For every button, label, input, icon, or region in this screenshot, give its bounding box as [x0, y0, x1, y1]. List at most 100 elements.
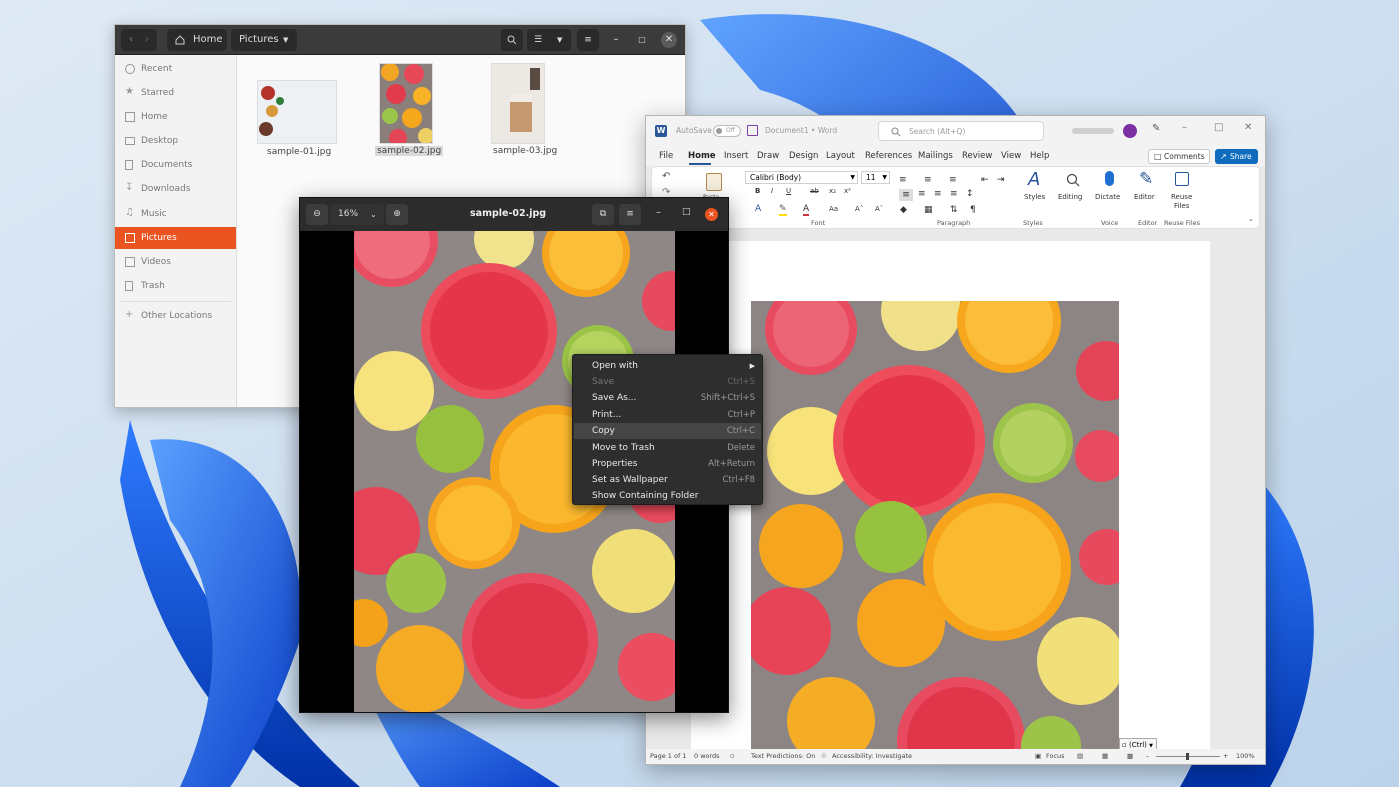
accessibility-icon[interactable]: ☉ — [821, 749, 827, 764]
maximize-button[interactable]: □ — [635, 29, 649, 51]
change-case-button[interactable]: Aa — [829, 205, 838, 213]
pilcrow-icon[interactable]: ¶ — [970, 205, 976, 215]
tab-home[interactable]: Home — [688, 151, 716, 161]
pen-icon[interactable]: ✎ — [1152, 123, 1160, 134]
shading-icon[interactable]: ◆ — [900, 205, 907, 215]
search-box[interactable]: Search (Alt+Q) — [878, 121, 1044, 141]
font-name-dropdown[interactable]: Calibri (Body) ▼ — [745, 171, 858, 184]
path-current-button[interactable]: Pictures ▼ — [231, 29, 297, 51]
editor-button[interactable]: ✎ Editor — [1130, 169, 1162, 213]
justify-icon[interactable]: ≡ — [950, 189, 958, 199]
multilevel-list-icon[interactable]: ≡ — [949, 175, 957, 185]
highlight-icon[interactable]: ✎ — [779, 204, 787, 216]
collapse-ribbon-icon[interactable]: ⌄ — [1248, 215, 1254, 223]
font-color-icon[interactable]: A — [803, 204, 810, 216]
tab-design[interactable]: Design — [789, 151, 818, 161]
tab-mailings[interactable]: Mailings — [918, 151, 953, 161]
search-button[interactable] — [501, 29, 523, 51]
align-center-icon[interactable]: ≡ — [918, 189, 926, 199]
text-effects-icon[interactable]: A — [755, 204, 761, 214]
dictate-button[interactable]: Dictate — [1093, 169, 1127, 213]
file-item[interactable]: sample-03.jpg — [485, 63, 575, 161]
styles-button[interactable]: A Styles — [1020, 169, 1052, 213]
grow-font-button[interactable]: Aˆ — [855, 205, 863, 213]
gallery-button[interactable]: ⧉ — [592, 204, 614, 225]
zoom-out-button[interactable]: – — [1146, 749, 1149, 764]
share-button[interactable]: ↗ Share — [1215, 149, 1258, 164]
zoom-level-dropdown[interactable]: 16% ⌄ — [330, 204, 384, 225]
file-item-selected[interactable]: sample-02.jpg — [373, 63, 463, 161]
subscript-button[interactable]: x₂ — [829, 187, 836, 195]
decrease-indent-icon[interactable]: ⇤ — [981, 175, 989, 185]
back-icon[interactable]: ‹ — [129, 29, 133, 51]
maximize-button[interactable]: □ — [682, 207, 691, 217]
strikethrough-button[interactable]: ab — [810, 187, 819, 195]
paste-options-button[interactable]: ▫ (Ctrl) ▼ — [1119, 738, 1157, 749]
menu-item-copy[interactable]: Copy Ctrl+C — [574, 423, 761, 439]
menu-item-properties[interactable]: Properties Alt+Return — [574, 456, 761, 472]
web-layout-icon[interactable]: ▩ — [1127, 749, 1133, 764]
bullets-icon[interactable]: ≡ — [899, 175, 907, 185]
menu-item-set-as-wallpaper[interactable]: Set as Wallpaper Ctrl+F8 — [574, 472, 761, 488]
menu-button[interactable]: ≡ — [577, 29, 599, 51]
superscript-button[interactable]: x² — [844, 187, 851, 195]
tab-references[interactable]: References — [865, 151, 912, 161]
accessibility-status[interactable]: Accessibility: Investigate — [832, 749, 912, 764]
italic-button[interactable]: I — [771, 187, 773, 195]
close-button[interactable]: ✕ — [705, 208, 718, 221]
shrink-font-button[interactable]: Aˇ — [875, 205, 883, 213]
maximize-button[interactable]: □ — [1214, 122, 1223, 133]
undo-icon[interactable]: ↶ — [662, 171, 670, 182]
zoom-out-button[interactable]: ⊖ — [306, 204, 328, 225]
minimize-button[interactable]: – — [609, 29, 623, 51]
line-spacing-icon[interactable]: ↕ — [966, 189, 974, 199]
forward-icon[interactable]: › — [145, 29, 149, 51]
reuse-files-button[interactable]: Reuse Files — [1164, 169, 1200, 213]
close-button[interactable]: ✕ — [661, 32, 677, 48]
align-left-icon[interactable]: ≡ — [899, 189, 913, 201]
sidebar-item-documents[interactable]: Documents — [115, 154, 236, 176]
zoom-slider[interactable] — [1156, 753, 1220, 760]
tab-layout[interactable]: Layout — [826, 151, 855, 161]
tab-draw[interactable]: Draw — [757, 151, 779, 161]
comments-button[interactable]: □ Comments — [1148, 149, 1210, 164]
path-home-button[interactable]: Home — [167, 29, 227, 51]
sidebar-item-starred[interactable]: ★ Starred — [115, 82, 236, 104]
zoom-in-button[interactable]: ⊕ — [386, 204, 408, 225]
menu-item-save-as[interactable]: Save As... Shift+Ctrl+S — [574, 390, 761, 406]
autosave-toggle[interactable]: Off — [713, 125, 741, 137]
menu-item-print[interactable]: Print... Ctrl+P — [574, 407, 761, 423]
tab-help[interactable]: Help — [1030, 151, 1049, 161]
sidebar-item-desktop[interactable]: Desktop — [115, 130, 236, 152]
view-toggle-button[interactable]: ☰ ▼ — [527, 29, 571, 51]
save-icon[interactable] — [747, 125, 758, 136]
menu-item-open-with[interactable]: Open with ▶ — [574, 358, 761, 374]
minimize-button[interactable]: – — [656, 207, 661, 218]
sidebar-item-other-locations[interactable]: + Other Locations — [115, 305, 236, 327]
bold-button[interactable]: B — [755, 187, 760, 195]
tab-view[interactable]: View — [1001, 151, 1021, 161]
avatar[interactable] — [1123, 124, 1137, 138]
menu-button[interactable]: ≡ — [619, 204, 641, 225]
tab-file[interactable]: File — [659, 151, 673, 161]
focus-icon[interactable]: ▣ — [1035, 749, 1041, 764]
sidebar-item-downloads[interactable]: ↧ Downloads — [115, 178, 236, 200]
close-button[interactable]: ✕ — [1244, 122, 1252, 133]
menu-item-move-to-trash[interactable]: Move to Trash Delete — [574, 440, 761, 456]
read-mode-icon[interactable]: ▤ — [1077, 749, 1083, 764]
tab-review[interactable]: Review — [962, 151, 992, 161]
tab-insert[interactable]: Insert — [724, 151, 748, 161]
zoom-in-button[interactable]: + — [1223, 749, 1228, 764]
word-count[interactable]: 0 words — [694, 749, 720, 764]
document-page[interactable]: ▫ (Ctrl) ▼ — [691, 241, 1210, 749]
increase-indent-icon[interactable]: ⇥ — [997, 175, 1005, 185]
sidebar-item-recent[interactable]: Recent — [115, 58, 236, 80]
align-right-icon[interactable]: ≡ — [934, 189, 942, 199]
sidebar-item-trash[interactable]: Trash — [115, 275, 236, 297]
sort-icon[interactable]: ⇅ — [950, 205, 958, 215]
sidebar-item-music[interactable]: ♫ Music — [115, 203, 236, 225]
numbering-icon[interactable]: ≡ — [924, 175, 932, 185]
back-forward-buttons[interactable]: ‹ › — [121, 29, 157, 51]
sidebar-item-videos[interactable]: Videos — [115, 251, 236, 273]
font-size-dropdown[interactable]: 11 ▼ — [861, 171, 890, 184]
